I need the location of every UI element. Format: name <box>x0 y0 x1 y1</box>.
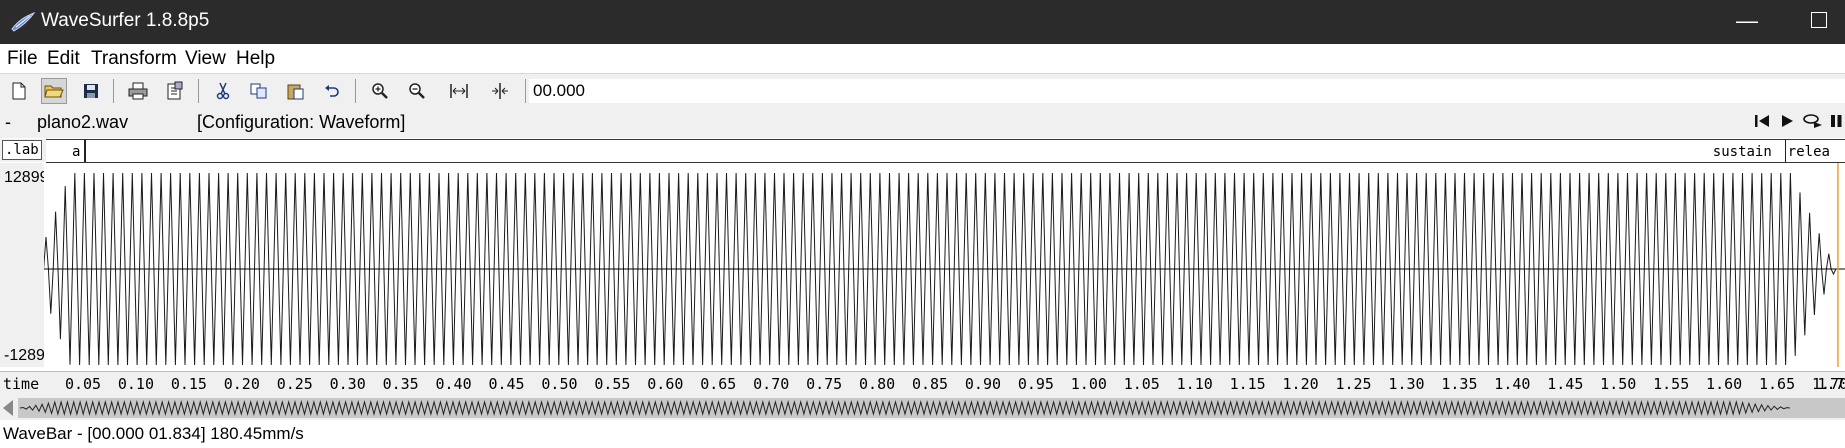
configuration-label: [Configuration: Waveform] <box>197 112 406 132</box>
time-tick-label: 1.50 <box>1600 375 1637 393</box>
toolbar-separator <box>355 79 356 103</box>
copy-icon[interactable] <box>246 78 272 104</box>
time-tick-label: 1.45 <box>1547 375 1584 393</box>
time-tick-label: 1.20 <box>1282 375 1319 393</box>
loop-play-icon[interactable] <box>1802 113 1824 129</box>
status-text: WaveBar - [00.000 01.834] 180.45mm/s <box>3 424 304 443</box>
toolbar: 00.000 <box>0 73 1845 109</box>
segment-boundary[interactable] <box>84 140 86 162</box>
wavesurfer-logo-icon <box>11 11 36 32</box>
save-icon[interactable] <box>78 78 104 104</box>
properties-icon[interactable] <box>162 78 188 104</box>
menu-transform[interactable]: Transform <box>91 48 177 70</box>
time-tick-label: 1.10 <box>1176 375 1213 393</box>
time-tick-label: 0.25 <box>276 375 313 393</box>
zoom-selection-icon[interactable] <box>487 78 513 104</box>
toolbar-separator <box>198 79 199 103</box>
time-tick-label: 0.40 <box>435 375 472 393</box>
file-name: plano2.wav <box>37 112 129 132</box>
time-tick-label: 0.55 <box>594 375 631 393</box>
time-tick-label: 0.50 <box>541 375 578 393</box>
print-icon[interactable] <box>125 78 151 104</box>
waveform-display[interactable] <box>44 163 1845 367</box>
amplitude-max-label: 12899 <box>4 169 49 186</box>
undo-icon[interactable] <box>319 78 345 104</box>
title-bar: WaveSurfer 1.8.8p5 — <box>0 0 1845 44</box>
toolbar-separator <box>113 79 114 103</box>
segment-label-sustain[interactable]: sustain <box>1713 144 1772 160</box>
status-bar: WaveBar - [00.000 01.834] 180.45mm/s <box>0 422 1845 448</box>
time-tick-label: 1.7 <box>1817 375 1845 393</box>
time-tick-label: 0.15 <box>170 375 207 393</box>
amplitude-min-label: -1289 <box>4 347 45 364</box>
time-display: 00.000 <box>529 79 1845 103</box>
time-tick-label: 1.65 <box>1758 375 1796 393</box>
play-icon[interactable] <box>1780 113 1795 129</box>
time-tick-label: 1.40 <box>1494 375 1531 393</box>
time-tick-label: 0.95 <box>1017 375 1054 393</box>
time-tick-label: 0.35 <box>382 375 419 393</box>
time-tick-label: 0.70 <box>753 375 790 393</box>
zoom-in-icon[interactable] <box>367 78 393 104</box>
new-file-icon[interactable] <box>6 78 32 104</box>
time-tick-label: 1.25 <box>1335 375 1372 393</box>
paste-icon[interactable] <box>283 78 309 104</box>
zoom-fit-icon[interactable] <box>446 78 472 104</box>
waveform-pane: 12899 -1289 <box>0 163 1845 367</box>
time-tick-label: 1.35 <box>1441 375 1478 393</box>
time-tick-label: 0.90 <box>964 375 1002 393</box>
maximize-icon[interactable] <box>1811 12 1827 28</box>
segment-label-a[interactable]: a <box>72 144 80 160</box>
cut-icon[interactable] <box>210 78 236 104</box>
time-tick-label: 0.20 <box>223 375 260 393</box>
minimize-icon[interactable]: — <box>1736 8 1758 34</box>
time-axis: time 0.05 0.10 0.15 0.20 0.25 0.30 0.35 0.40 0.4… <box>0 371 1845 396</box>
menu-view[interactable]: View <box>185 48 226 70</box>
window-title: WaveSurfer 1.8.8p5 <box>41 10 210 31</box>
label-pane-button[interactable]: .lab <box>2 140 42 160</box>
segment-boundary[interactable] <box>1784 140 1787 162</box>
time-tick-label: 0.65 <box>700 375 737 393</box>
time-tick-label: 0.10 <box>117 375 154 393</box>
time-axis-label: time <box>3 375 40 393</box>
menu-edit[interactable]: Edit <box>47 48 80 70</box>
menu-file[interactable]: File <box>7 48 38 70</box>
amplitude-axis: 12899 -1289 <box>0 163 49 367</box>
time-tick-label: 0.60 <box>647 375 684 393</box>
scroll-left-icon <box>3 400 13 416</box>
segment-label-relea[interactable]: relea <box>1788 144 1830 160</box>
open-folder-icon[interactable] <box>41 78 67 104</box>
collapse-toggle[interactable]: - <box>5 112 11 133</box>
time-tick-label: 0.75 <box>806 375 843 393</box>
label-track[interactable]: a sustain relea <box>46 139 1845 163</box>
time-tick-label: 1.30 <box>1388 375 1425 393</box>
time-tick-label: 1.00 <box>1070 375 1107 393</box>
skip-to-start-icon[interactable] <box>1754 113 1771 129</box>
menu-bar: File Edit Transform View Help <box>0 44 1845 72</box>
time-tick-label: 0.80 <box>859 375 896 393</box>
menu-help[interactable]: Help <box>236 48 275 70</box>
time-tick-label: 1.55 <box>1653 375 1690 393</box>
time-tick-label: 1.60 <box>1706 375 1743 393</box>
time-tick-label: 1.15 <box>1229 375 1266 393</box>
zoom-out-icon[interactable] <box>404 78 430 104</box>
label-pane: .lab a sustain relea <box>0 139 1845 163</box>
time-tick-label: 0.05 <box>64 375 102 393</box>
time-tick-label: 0.30 <box>329 375 366 393</box>
time-tick-label: 0.45 <box>488 375 525 393</box>
wavebar-overview[interactable] <box>0 396 1845 420</box>
sound-title-bar: - plano2.wav [Configuration: Waveform] <box>0 108 1845 138</box>
pause-icon[interactable] <box>1830 113 1843 129</box>
time-tick-label: 0.85 <box>911 375 949 393</box>
time-tick-label: 1.05 <box>1123 375 1160 393</box>
toolbar-separator <box>525 79 526 103</box>
